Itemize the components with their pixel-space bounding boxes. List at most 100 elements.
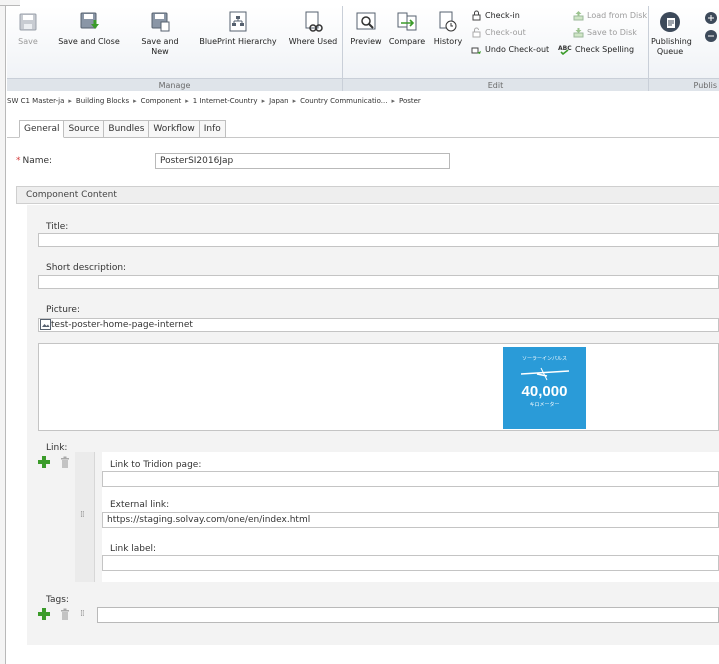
- save-and-new-label-line2: New: [151, 47, 169, 56]
- tab-bundles[interactable]: Bundles: [104, 120, 150, 138]
- save-and-new-button[interactable]: Save and New: [137, 10, 183, 57]
- history-label: History: [433, 37, 463, 46]
- tab-strip: General Source Bundles Workflow Info: [19, 120, 226, 138]
- breadcrumb-item[interactable]: Building Blocks: [76, 97, 129, 105]
- link-label-field[interactable]: [102, 555, 719, 571]
- blueprint-hierarchy-icon: [229, 11, 247, 32]
- load-from-disk-label: Load from Disk: [587, 11, 648, 20]
- external-link-field[interactable]: https://staging.solvay.com/one/en/index.…: [102, 512, 719, 528]
- unpublish-icon[interactable]: [705, 30, 717, 42]
- blueprint-hierarchy-label: BluePrint Hierarchy: [199, 37, 277, 46]
- delete-link-icon[interactable]: [60, 456, 70, 468]
- ribbon-group-edit-label: Edit: [343, 78, 648, 91]
- preview-button[interactable]: Preview: [349, 10, 383, 47]
- breadcrumb-separator-icon: ▸: [68, 97, 72, 105]
- external-link-label: External link:: [110, 500, 170, 510]
- add-link-icon[interactable]: [38, 456, 50, 468]
- publishing-queue-button[interactable]: Publishing Queue: [651, 10, 692, 57]
- breadcrumb-item[interactable]: Component: [141, 97, 182, 105]
- publishing-queue-label-line2: Queue: [656, 47, 684, 56]
- breadcrumb-item[interactable]: Japan: [269, 97, 289, 105]
- picture-value: test-poster-home-page-internet: [51, 320, 193, 330]
- tags-field[interactable]: [97, 607, 719, 623]
- undo-check-out-button[interactable]: Undo Check-out: [471, 43, 549, 57]
- tab-workflow[interactable]: Workflow: [149, 120, 200, 138]
- link-label-label: Link label:: [110, 544, 157, 554]
- where-used-button[interactable]: Where Used: [287, 10, 339, 47]
- breadcrumb-separator-icon: ▸: [261, 97, 266, 105]
- load-from-disk-icon: [573, 11, 584, 21]
- link-drag-handle[interactable]: [75, 452, 95, 582]
- save-to-disk-label: Save to Disk: [587, 28, 637, 37]
- publishing-queue-label-line1: Publishing: [651, 37, 692, 46]
- breadcrumb-separator-icon: ▸: [185, 97, 189, 105]
- image-file-icon: [40, 319, 51, 330]
- drag-grip-icon: ⁞⁞: [80, 510, 85, 520]
- where-used-label: Where Used: [288, 37, 338, 46]
- breadcrumb-item[interactable]: 1 Internet-Country: [193, 97, 258, 105]
- load-from-disk-button[interactable]: Load from Disk: [573, 9, 647, 23]
- check-spelling-label: Check Spelling: [575, 45, 635, 54]
- solar-plane-icon: [520, 367, 569, 381]
- save-to-disk-icon: [573, 28, 584, 38]
- title-field[interactable]: [38, 233, 719, 247]
- add-tag-icon[interactable]: [38, 608, 50, 620]
- link-to-tridion-label: Link to Tridion page:: [110, 460, 202, 470]
- delete-tag-icon[interactable]: [60, 608, 70, 620]
- check-in-label: Check-in: [485, 11, 520, 20]
- floppy-disk-icon: [19, 13, 37, 31]
- ribbon-toolbar: Save Save and Close Save and New BluePri…: [7, 6, 719, 91]
- short-description-label: Short description:: [46, 263, 127, 273]
- save-and-close-button[interactable]: Save and Close: [53, 10, 125, 47]
- ribbon-group-manage: Save Save and Close Save and New BluePri…: [7, 6, 343, 91]
- tab-general[interactable]: General: [19, 120, 65, 138]
- unlock-icon: [472, 27, 481, 38]
- tags-label: Tags:: [46, 595, 69, 605]
- tag-drag-grip-icon[interactable]: ⁞⁞: [80, 609, 85, 619]
- compare-button[interactable]: Compare: [387, 10, 427, 47]
- breadcrumb-item[interactable]: Country Communicatio...: [300, 97, 387, 105]
- compare-icon: [397, 12, 417, 31]
- save-to-disk-button[interactable]: Save to Disk: [573, 26, 637, 40]
- publishing-queue-icon: [660, 12, 680, 32]
- picture-field[interactable]: test-poster-home-page-internet: [38, 318, 719, 332]
- name-field-label: * Name:: [16, 156, 52, 166]
- check-in-button[interactable]: Check-in: [471, 9, 520, 23]
- tab-info[interactable]: Info: [199, 120, 226, 138]
- where-used-icon: [305, 11, 323, 32]
- check-out-button[interactable]: Check-out: [471, 26, 526, 40]
- poster-number: 40,000: [521, 383, 568, 400]
- ribbon-group-edit: Preview Compare History Check-in Check-o…: [343, 6, 649, 91]
- publish-icon[interactable]: [705, 12, 717, 24]
- ribbon-group-publish: Publishing Queue Publis: [649, 6, 719, 91]
- breadcrumb: SW C1 Master-ja ▸ Building Blocks ▸ Componen…: [7, 97, 421, 105]
- short-description-field[interactable]: [38, 275, 719, 289]
- breadcrumb-item[interactable]: SW C1 Master-ja: [7, 97, 64, 105]
- link-label: Link:: [46, 443, 68, 453]
- tab-source[interactable]: Source: [64, 120, 105, 138]
- breadcrumb-item-current: Poster: [398, 97, 421, 105]
- check-spelling-button[interactable]: ABC Check Spelling: [558, 43, 634, 57]
- save-and-close-label: Save and Close: [58, 37, 120, 46]
- save-button[interactable]: Save: [13, 10, 43, 47]
- save-button-label: Save: [18, 37, 38, 46]
- save-new-icon: [151, 12, 170, 32]
- link-to-tridion-field[interactable]: [102, 471, 719, 487]
- history-button[interactable]: History: [431, 10, 465, 47]
- history-icon: [439, 11, 457, 32]
- poster-top-text: ソーラーインパルス: [521, 356, 567, 362]
- svg-text:ABC: ABC: [558, 45, 572, 52]
- picture-label: Picture:: [46, 305, 80, 315]
- spell-check-icon: ABC: [558, 45, 572, 56]
- name-field[interactable]: PosterSI2016Jap: [155, 153, 450, 169]
- required-asterisk: *: [16, 156, 21, 166]
- compare-label: Compare: [388, 37, 426, 46]
- preview-label: Preview: [350, 37, 382, 46]
- ribbon-group-manage-label: Manage: [7, 78, 342, 91]
- window-left-edge: [0, 0, 6, 664]
- component-content-header[interactable]: Component Content: [16, 186, 719, 204]
- name-label-text: Name:: [22, 156, 53, 166]
- undo-check-out-label: Undo Check-out: [485, 45, 550, 54]
- check-out-label: Check-out: [485, 28, 526, 37]
- blueprint-hierarchy-button[interactable]: BluePrint Hierarchy: [193, 10, 283, 47]
